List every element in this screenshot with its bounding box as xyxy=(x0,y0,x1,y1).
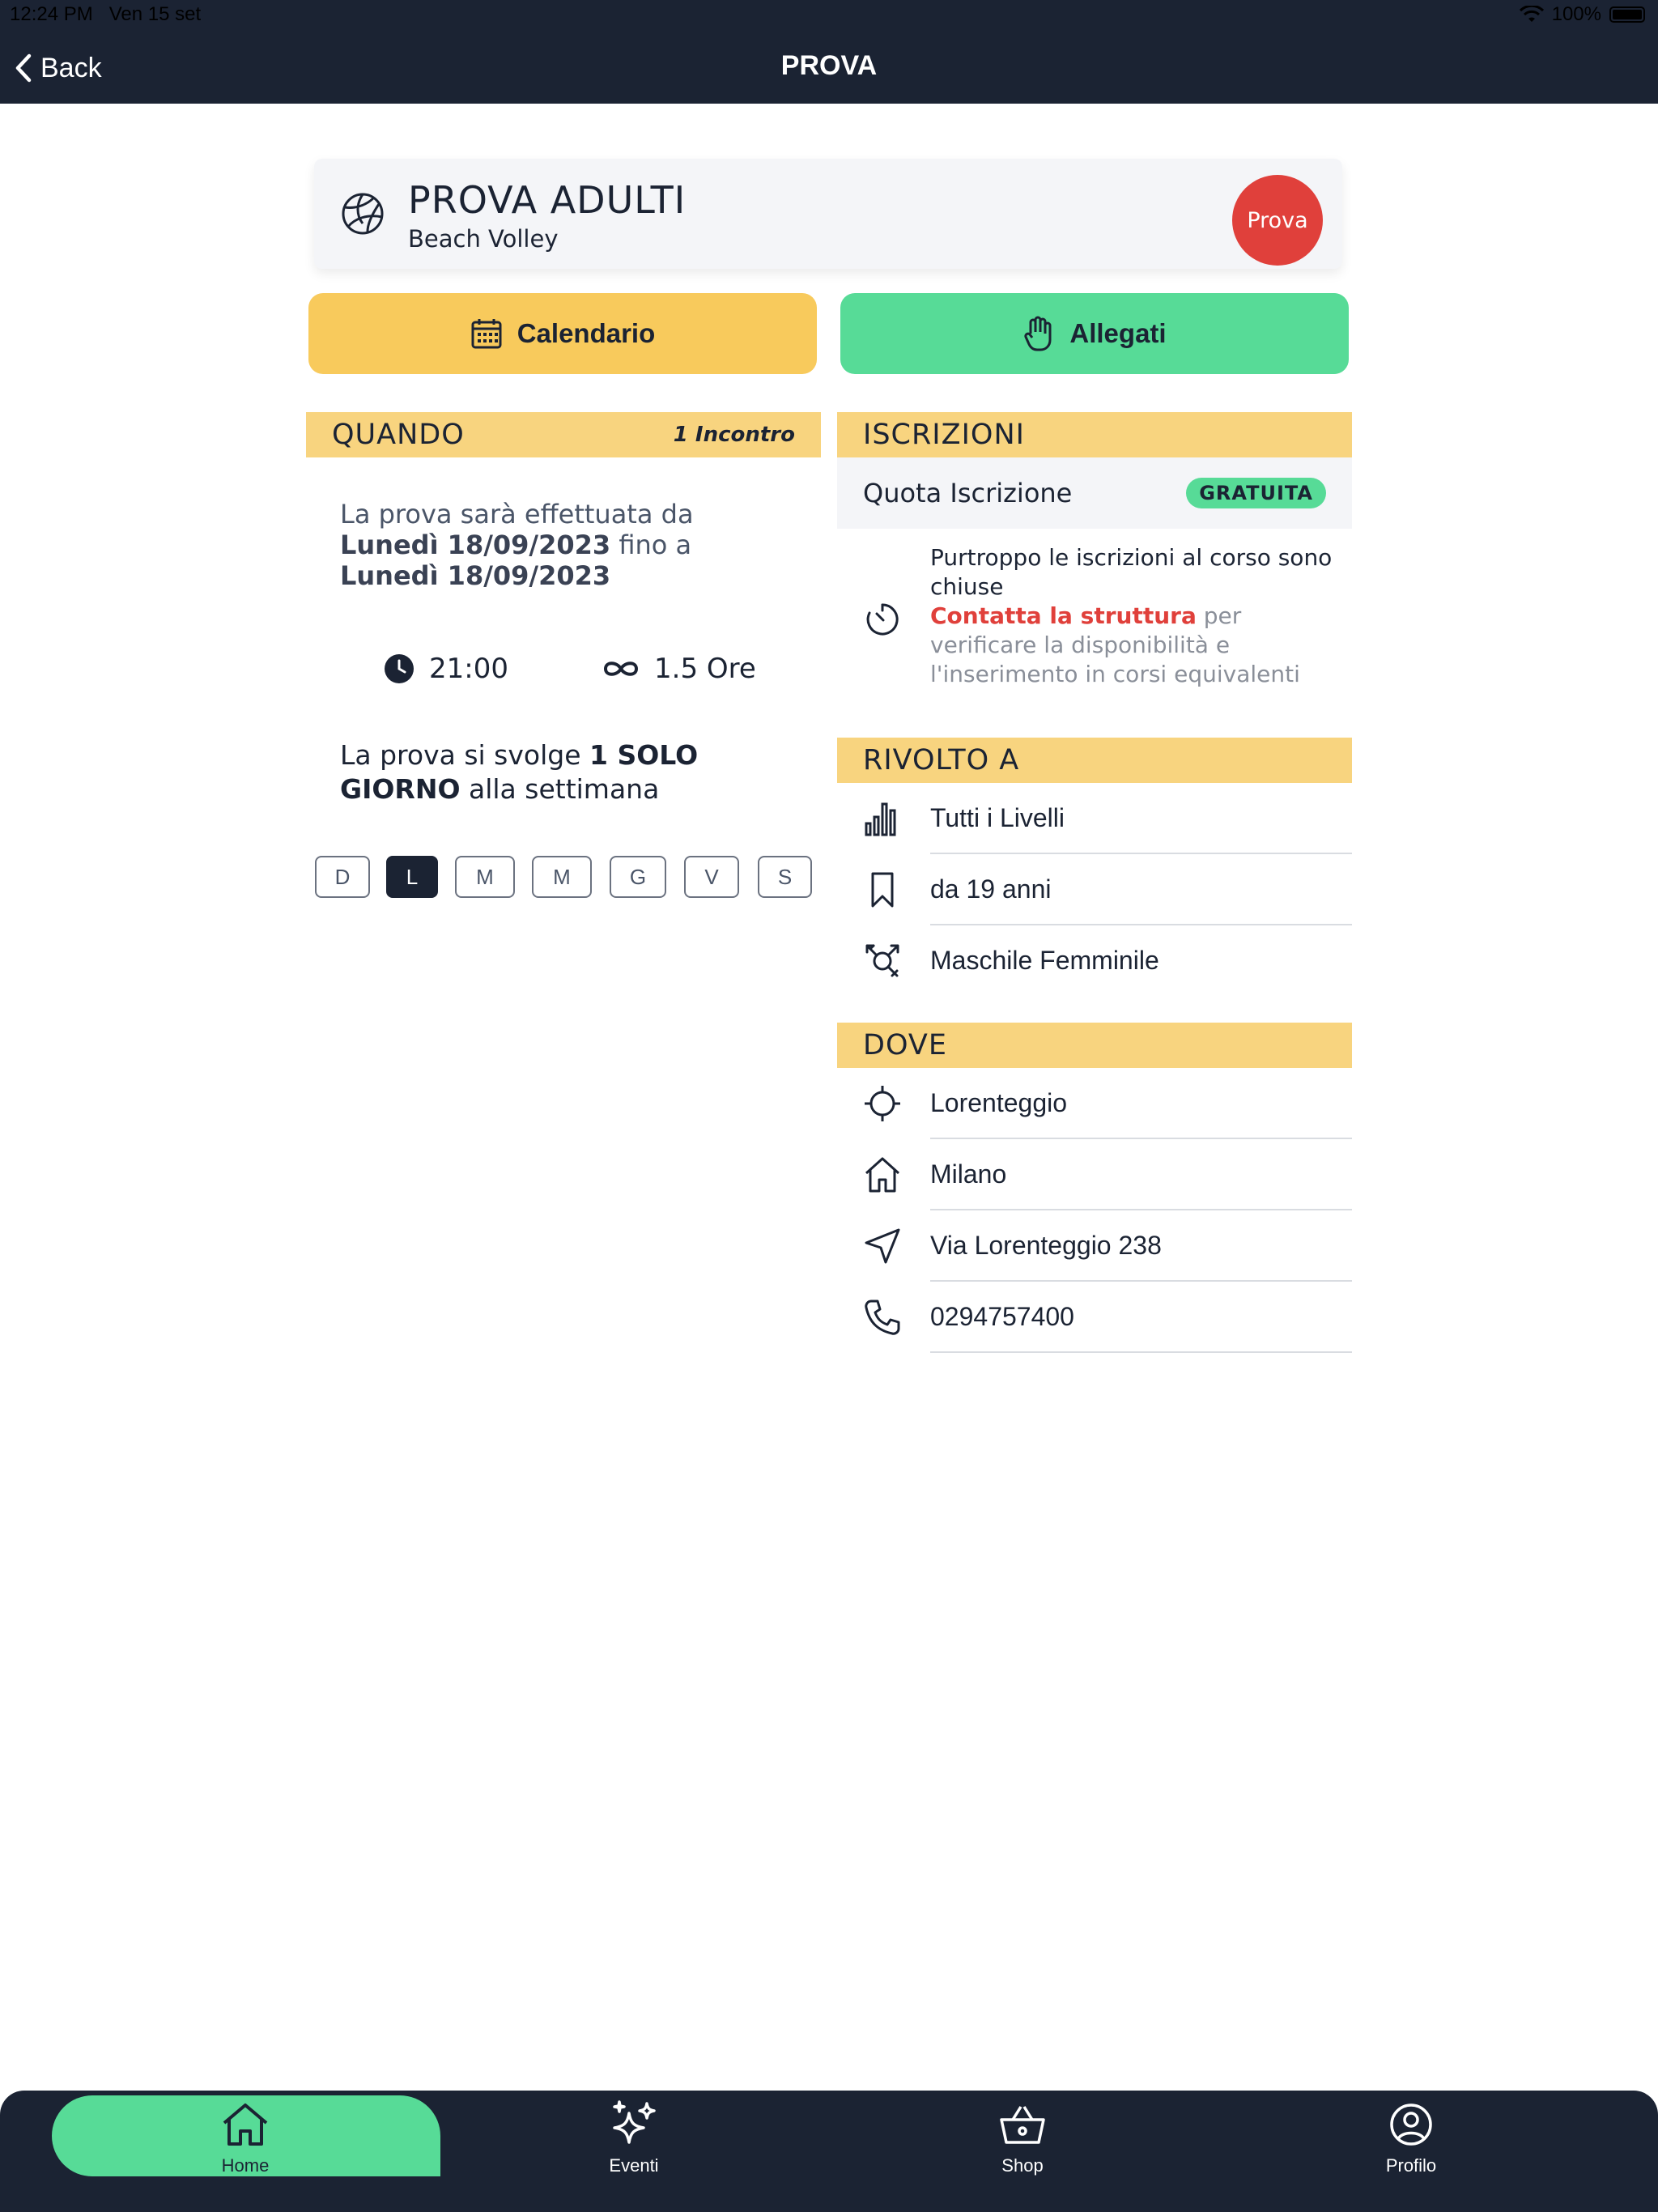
tab-shop-label: Shop xyxy=(1001,2155,1044,2176)
when-header-title: QUANDO xyxy=(332,419,465,451)
level-row: Tutti i Livelli xyxy=(837,783,1352,854)
bookmark-icon xyxy=(871,872,894,908)
audience-section-header: RIVOLTO A xyxy=(837,738,1352,783)
location-header-title: DOVE xyxy=(863,1029,947,1061)
tab-profile[interactable]: Profilo xyxy=(1322,2099,1500,2196)
day-thursday[interactable]: G xyxy=(610,856,666,898)
attachments-button[interactable]: Allegati xyxy=(840,293,1349,374)
crosshair-icon xyxy=(865,1086,900,1121)
infinity-icon xyxy=(603,661,639,676)
calendar-icon xyxy=(471,319,502,349)
enrollment-closed-notice: Purtroppo le iscrizioni al corso sono ch… xyxy=(837,538,1352,700)
fee-label: Quota Iscrizione xyxy=(863,478,1073,508)
tab-home-label: Home xyxy=(221,2155,270,2176)
battery-percent: 100% xyxy=(1551,3,1601,25)
wifi-icon xyxy=(1519,6,1544,22)
user-circle-icon xyxy=(1390,2104,1432,2146)
phone-icon xyxy=(865,1300,900,1335)
start-time: 21:00 xyxy=(384,653,508,685)
tab-shop[interactable]: Shop xyxy=(933,2099,1112,2196)
gender-icon xyxy=(865,944,899,977)
bar-chart-icon xyxy=(865,802,896,836)
calendar-label: Calendario xyxy=(517,318,656,348)
tab-events-label: Eventi xyxy=(609,2155,659,2176)
meetings-count: 1 Incontro xyxy=(673,423,795,447)
gender-row: Maschile Femminile xyxy=(837,925,1352,997)
course-sport: Beach Volley xyxy=(408,225,559,253)
venue-value: Lorenteggio xyxy=(930,1088,1068,1117)
frequency-text: La prova si svolge 1 SOLO GIORNO alla se… xyxy=(340,739,699,805)
venue-row: Lorenteggio xyxy=(837,1068,1352,1139)
audience-header-title: RIVOLTO A xyxy=(863,744,1020,776)
address-row[interactable]: Via Lorenteggio 238 xyxy=(837,1210,1352,1282)
location-section-header: DOVE xyxy=(837,1023,1352,1068)
status-indicators: 100% xyxy=(1519,3,1645,26)
closed-text: Purtroppo le iscrizioni al corso sono ch… xyxy=(930,543,1343,689)
phone-row[interactable]: 0294757400 xyxy=(837,1282,1352,1353)
sparkles-icon xyxy=(613,2100,656,2144)
city-value: Milano xyxy=(930,1159,1007,1189)
enrollment-section-header: ISCRIZIONI xyxy=(837,412,1352,457)
hand-icon xyxy=(1024,316,1052,351)
start-date: Lunedì 18/09/2023 xyxy=(340,530,611,560)
start-time-value: 21:00 xyxy=(429,653,508,685)
city-row: Milano xyxy=(837,1139,1352,1210)
divider xyxy=(930,1351,1352,1353)
duration-value: 1.5 Ore xyxy=(654,653,756,685)
contact-facility-link[interactable]: Contatta la struttura xyxy=(930,602,1197,629)
attachments-label: Allegati xyxy=(1069,318,1167,348)
day-wednesday[interactable]: M xyxy=(532,856,592,898)
tab-events[interactable]: Eventi xyxy=(545,2099,723,2196)
home-icon xyxy=(223,2104,268,2146)
page-title: PROVA xyxy=(780,50,878,81)
address-value: Via Lorenteggio 238 xyxy=(930,1231,1162,1260)
trial-badge: Prova xyxy=(1232,175,1323,266)
gender-value: Maschile Femminile xyxy=(930,946,1159,975)
bottom-tab-bar: Home Eventi Shop Profilo xyxy=(0,2091,1658,2212)
day-friday[interactable]: V xyxy=(684,856,739,898)
course-title: PROVA ADULTI xyxy=(408,178,687,222)
navigation-arrow-icon xyxy=(865,1228,900,1264)
free-badge: GRATUITA xyxy=(1186,478,1326,508)
calendar-button[interactable]: Calendario xyxy=(308,293,817,374)
level-value: Tutti i Livelli xyxy=(930,803,1065,832)
end-date: Lunedì 18/09/2023 xyxy=(340,560,611,591)
enrollment-header-title: ISCRIZIONI xyxy=(863,419,1025,451)
closed-message: Purtroppo le iscrizioni al corso sono ch… xyxy=(930,544,1333,600)
timer-icon xyxy=(866,603,899,636)
age-value: da 19 anni xyxy=(930,874,1052,904)
tab-home[interactable]: Home xyxy=(156,2099,334,2196)
age-row: da 19 anni xyxy=(837,854,1352,925)
volleyball-icon xyxy=(342,193,384,235)
day-tuesday[interactable]: M xyxy=(455,856,515,898)
phone-value: 0294757400 xyxy=(930,1302,1074,1331)
battery-icon xyxy=(1609,6,1645,23)
trial-date-range: La prova sarà effettuata da Lunedì 18/09… xyxy=(340,499,694,591)
clock-icon xyxy=(385,654,414,683)
home-icon xyxy=(865,1157,900,1193)
top-navigation-bar: 12:24 PM Ven 15 set 100% Back PROVA xyxy=(0,0,1658,104)
status-time: 12:24 PM Ven 15 set xyxy=(10,3,202,25)
tab-profile-label: Profilo xyxy=(1385,2155,1437,2176)
basket-icon xyxy=(1000,2106,1045,2144)
day-monday[interactable]: L xyxy=(386,856,438,898)
course-header-card: PROVA ADULTI Beach Volley Prova xyxy=(314,159,1342,269)
when-section-header: QUANDO 1 Incontro xyxy=(306,412,821,457)
fee-row: Quota Iscrizione GRATUITA xyxy=(837,457,1352,529)
day-sunday[interactable]: D xyxy=(315,856,370,898)
duration: 1.5 Ore xyxy=(602,653,756,685)
day-saturday[interactable]: S xyxy=(758,856,812,898)
